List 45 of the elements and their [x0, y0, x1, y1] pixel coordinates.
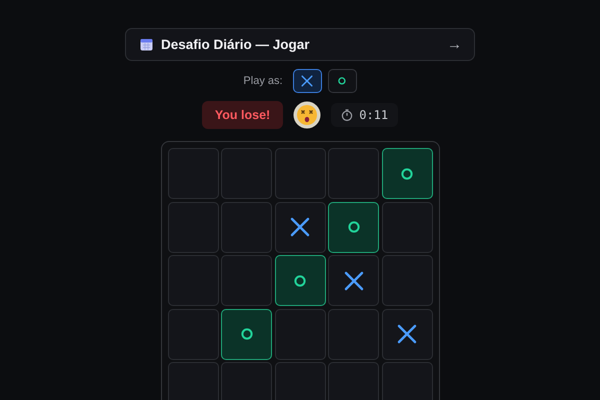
board-cell[interactable] — [274, 148, 326, 199]
dizzy-face-icon — [293, 101, 322, 129]
board-cell[interactable] — [382, 255, 432, 306]
result-badge: You lose! — [202, 101, 284, 129]
board-cell[interactable] — [221, 148, 272, 199]
player-option[interactable] — [328, 69, 357, 93]
board-cell[interactable] — [328, 362, 379, 400]
board-cell[interactable] — [168, 148, 218, 199]
x-icon — [344, 270, 364, 290]
board-cell[interactable] — [328, 148, 379, 199]
challenge-title: Desafio Diário — Jogar — [161, 37, 311, 52]
board-cell[interactable] — [221, 308, 272, 360]
board-cell[interactable] — [328, 255, 379, 306]
board-cell[interactable] — [221, 362, 272, 400]
play-as-label: Play as: — [243, 75, 283, 87]
player-option[interactable] — [292, 69, 322, 93]
arrow-icon: → — [447, 36, 462, 53]
timer-text: 0:11 — [359, 108, 388, 122]
board-cell[interactable] — [328, 308, 379, 360]
board-cell[interactable] — [274, 308, 326, 360]
board-cell[interactable] — [168, 202, 218, 252]
board-cell[interactable] — [274, 362, 326, 400]
circle-icon — [240, 328, 252, 340]
board-cell[interactable] — [168, 362, 218, 400]
circle-icon — [348, 221, 360, 233]
board-cell[interactable] — [382, 202, 432, 252]
board-cell[interactable] — [328, 202, 379, 252]
board-cell[interactable] — [274, 202, 326, 252]
stopwatch-icon — [341, 109, 354, 121]
circle-icon — [401, 168, 413, 180]
board-cell[interactable] — [382, 148, 432, 199]
board-cell[interactable] — [274, 255, 326, 306]
circle-icon — [294, 274, 306, 286]
header-bar[interactable]: Desafio Diário — Jogar → — [125, 28, 475, 61]
circle-icon — [338, 77, 346, 85]
x-icon — [290, 217, 310, 237]
board-cell[interactable] — [168, 255, 218, 306]
board-cell[interactable] — [221, 202, 272, 252]
x-icon — [397, 324, 417, 344]
board-cell[interactable] — [382, 308, 432, 360]
board-cell[interactable] — [382, 362, 432, 400]
board-cell[interactable] — [221, 255, 272, 306]
calendar-icon — [140, 38, 153, 51]
x-icon — [301, 75, 314, 87]
board-cell[interactable] — [168, 308, 218, 360]
